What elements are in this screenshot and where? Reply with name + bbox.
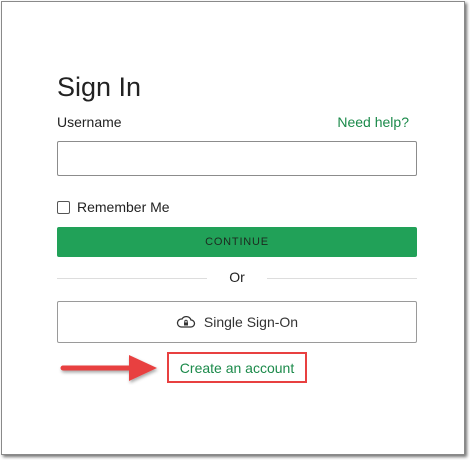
username-input[interactable] xyxy=(57,141,417,176)
remember-me-label: Remember Me xyxy=(77,199,170,215)
arrow-right-icon xyxy=(60,355,157,381)
divider-or-text: Or xyxy=(229,269,245,285)
create-account-highlight: Create an account xyxy=(167,352,307,383)
single-sign-on-button[interactable]: Single Sign-On xyxy=(57,301,417,343)
login-panel: Sign In Username Need help? Remember Me … xyxy=(1,1,465,455)
divider-line-right xyxy=(267,278,417,279)
page-title: Sign In xyxy=(57,72,142,102)
divider-line-left xyxy=(57,278,207,279)
checkbox-icon[interactable] xyxy=(57,200,70,214)
need-help-link[interactable]: Need help? xyxy=(337,114,409,130)
username-label: Username xyxy=(57,114,122,130)
remember-me-checkbox[interactable]: Remember Me xyxy=(57,199,170,215)
continue-button[interactable]: CONTINUE xyxy=(57,227,417,257)
create-account-link[interactable]: Create an account xyxy=(180,360,294,376)
cloud-lock-icon xyxy=(176,315,196,329)
single-sign-on-label: Single Sign-On xyxy=(203,314,299,330)
